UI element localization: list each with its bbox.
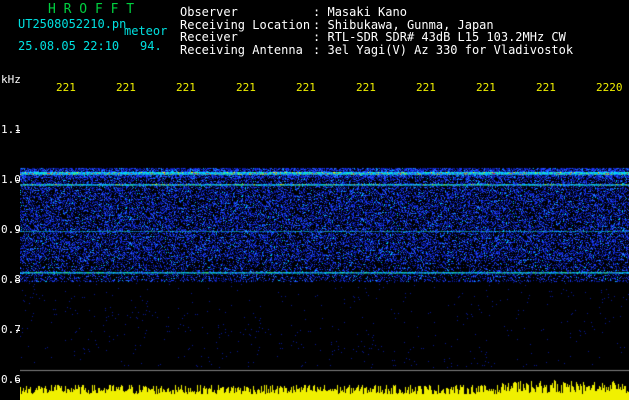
time-tick-label: 221: [416, 81, 436, 94]
time-tick-label: 221: [476, 81, 496, 94]
meta-label-antenna: Receiving Antenna: [180, 42, 303, 57]
spectrogram-canvas: [20, 100, 629, 400]
axis-unit: kHz: [1, 73, 21, 86]
meta-sep: :: [313, 42, 321, 57]
time-tick-label: 221: [56, 81, 76, 94]
time-tick-label: 221: [176, 81, 196, 94]
datetime: 25.08.05 22:10: [18, 39, 120, 53]
meta-label-observer: Observer: [180, 5, 238, 19]
app-title: H R O F F T: [48, 2, 135, 17]
meta-value-antenna: 3el Yagi(V) Az 330 for Vladivostok: [327, 42, 574, 57]
meta-values: : Masaki Kano : Shibukawa, Gunma, Japan …: [313, 6, 573, 56]
time-tick-label: 2220: [596, 81, 623, 94]
time-tick-label: 221: [356, 81, 376, 94]
time-tick-label: 221: [296, 81, 316, 94]
meta-labels: Observer Receiving Location Receiver Rec…: [180, 6, 310, 56]
time-tick-label: 221: [116, 81, 136, 94]
counter: 94.: [140, 39, 162, 53]
time-tick-label: 221: [536, 81, 556, 94]
mode-label: meteor: [124, 24, 168, 38]
time-tick-label: 221: [236, 81, 256, 94]
meta-label-receiver: Receiver: [180, 30, 238, 44]
filename: UT2508052210.pn: [18, 17, 127, 31]
